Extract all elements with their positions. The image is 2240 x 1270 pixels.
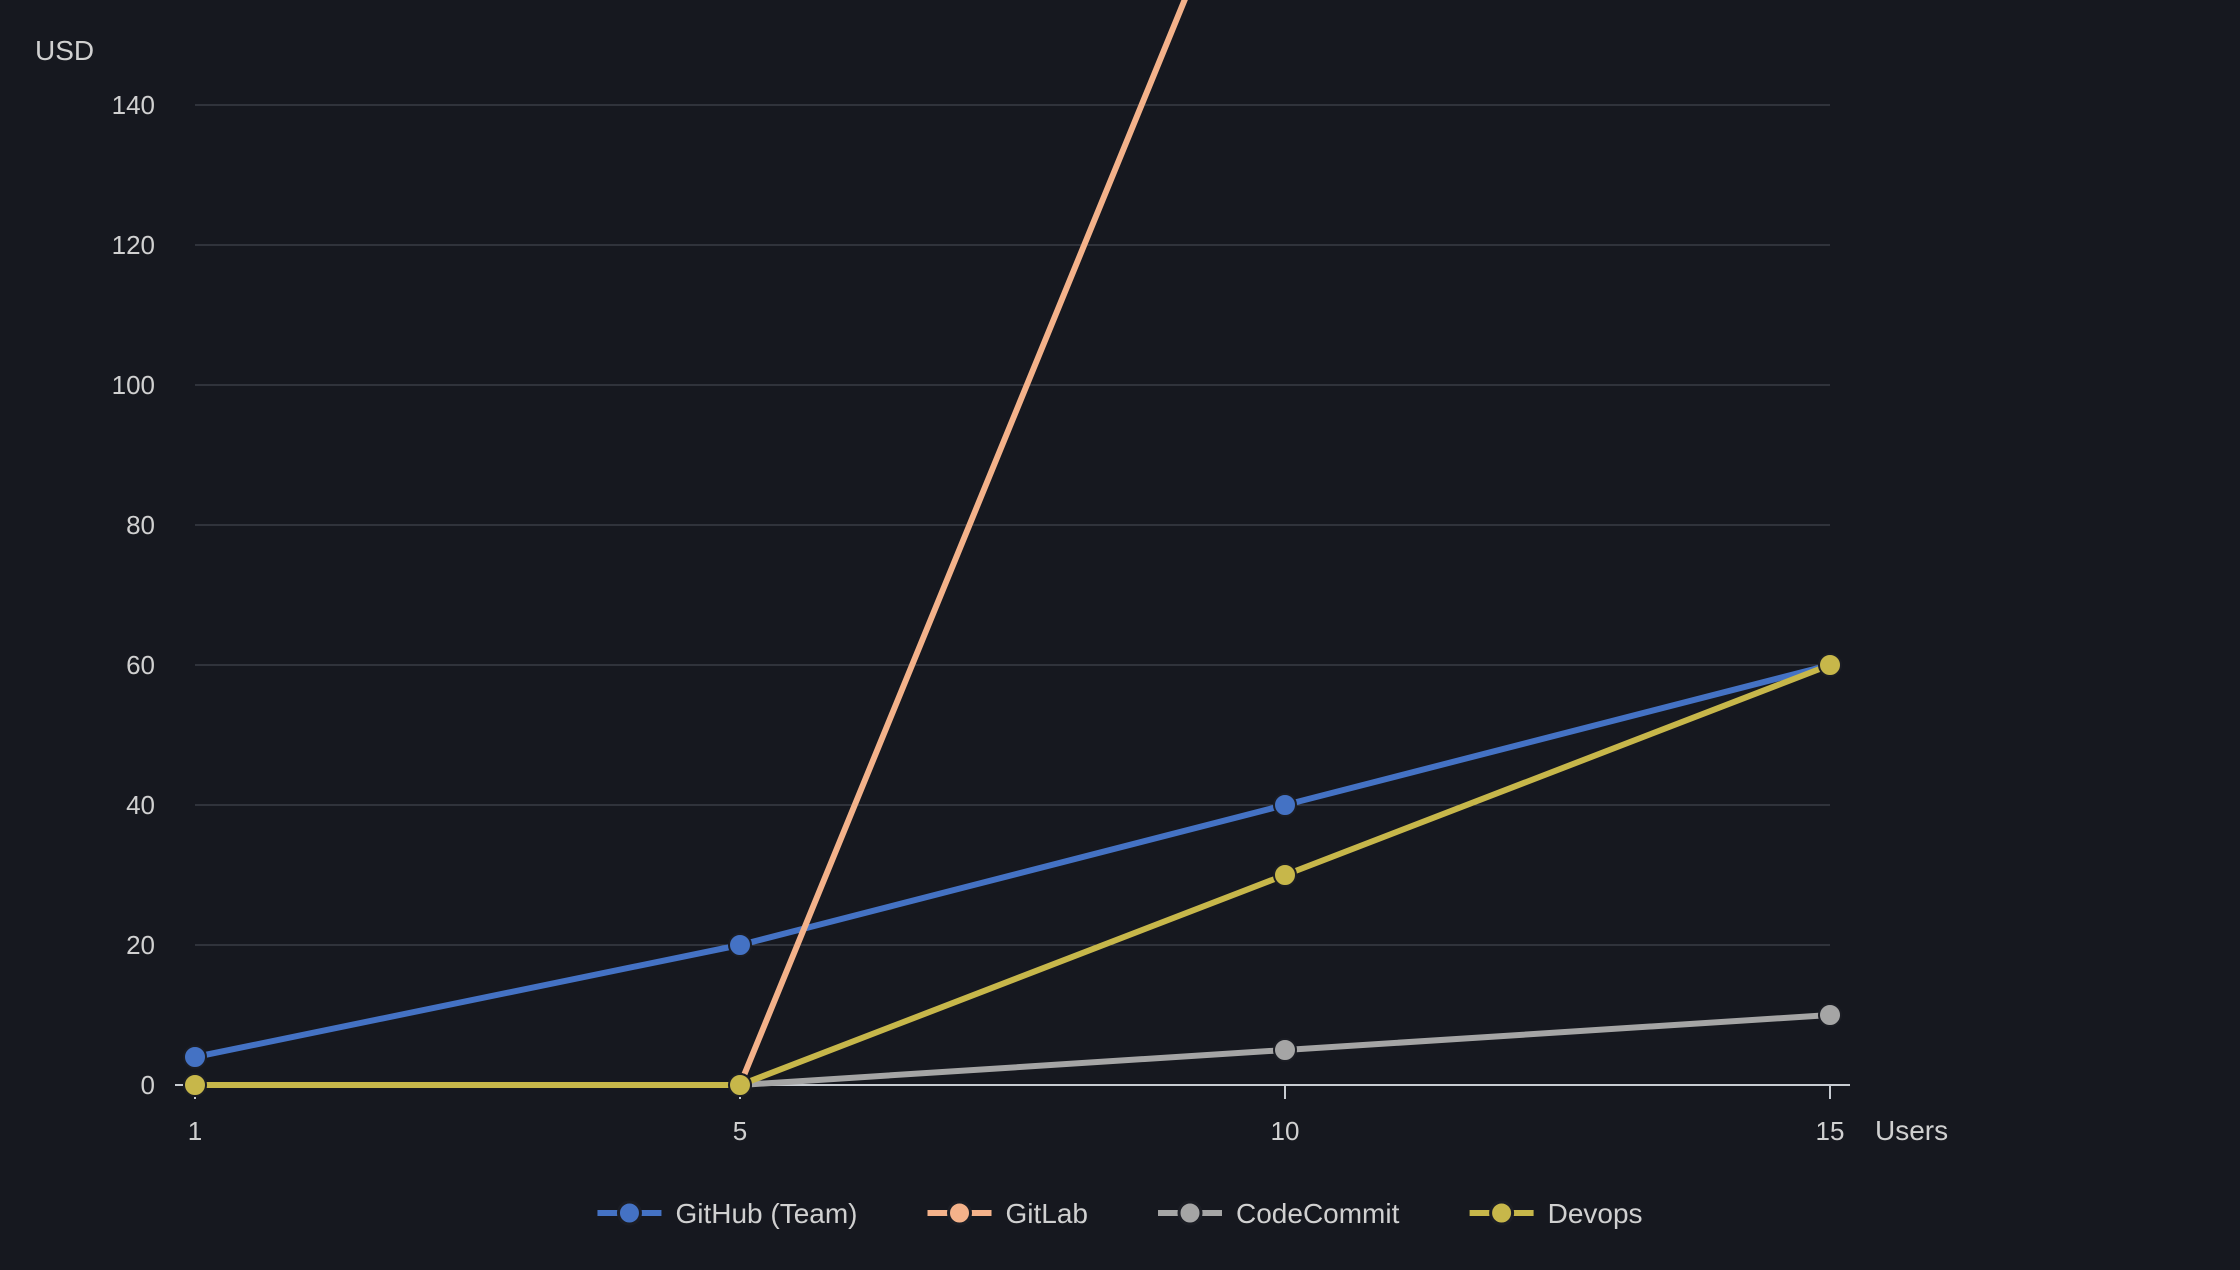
series-github-team-	[184, 654, 1841, 1068]
y-tick-label: 100	[112, 370, 155, 400]
data-point	[1819, 1004, 1841, 1026]
y-tick-labels: 0 20 40 60 80 100 120 140	[112, 90, 155, 1100]
data-point	[1274, 1039, 1296, 1061]
legend-marker-icon	[618, 1202, 640, 1224]
x-tick-label: 1	[188, 1116, 202, 1146]
legend-marker-icon	[1491, 1202, 1513, 1224]
x-tick-label: 10	[1271, 1116, 1300, 1146]
y-tick-label: 0	[141, 1070, 155, 1100]
y-tick-label: 80	[126, 510, 155, 540]
data-point	[1274, 864, 1296, 886]
legend-item: GitHub (Team)	[597, 1198, 857, 1229]
data-point	[184, 1046, 206, 1068]
y-tick-label: 120	[112, 230, 155, 260]
gridlines	[195, 105, 1830, 1085]
legend-item: GitLab	[928, 1198, 1089, 1229]
legend-item: Devops	[1470, 1198, 1643, 1229]
x-tick-label: 5	[733, 1116, 747, 1146]
y-tick-label: 60	[126, 650, 155, 680]
legend-label: GitLab	[1006, 1198, 1089, 1229]
legend-item: CodeCommit	[1158, 1198, 1400, 1229]
y-tick-label: 20	[126, 930, 155, 960]
series-gitlab	[184, 0, 1830, 1096]
chart-svg: USD Users 020406080100120140 151015 GitH…	[0, 0, 2240, 1270]
y-tick-label: 40	[126, 790, 155, 820]
y-axis-label: USD	[35, 35, 94, 66]
chart-container: USD Users 020406080100120140 151015 GitH…	[0, 0, 2240, 1270]
data-point	[184, 1074, 206, 1096]
legend-label: GitHub (Team)	[675, 1198, 857, 1229]
x-tick-labels: 151015	[188, 1116, 1845, 1146]
legend-label: CodeCommit	[1236, 1198, 1400, 1229]
series-group	[184, 0, 1841, 1096]
data-point	[729, 934, 751, 956]
data-point	[1274, 794, 1296, 816]
x-axis-label: Users	[1875, 1115, 1948, 1146]
data-point	[729, 1074, 751, 1096]
legend-label: Devops	[1548, 1198, 1643, 1229]
legend-marker-icon	[949, 1202, 971, 1224]
legend: GitHub (Team) GitLab CodeCommit Devops	[597, 1198, 1642, 1229]
legend-marker-icon	[1179, 1202, 1201, 1224]
data-point	[1819, 654, 1841, 676]
y-tick-label: 140	[112, 90, 155, 120]
x-tick-label: 15	[1816, 1116, 1845, 1146]
